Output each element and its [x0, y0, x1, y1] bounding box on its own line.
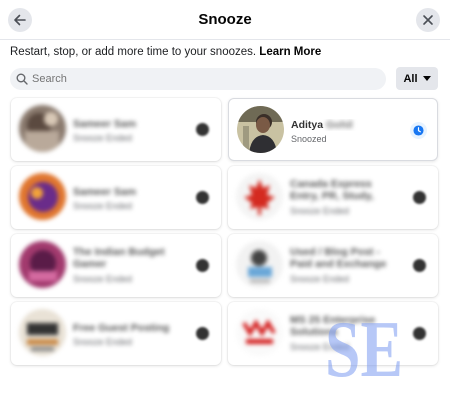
- more-options-icon[interactable]: [413, 191, 426, 204]
- card-name: Sameer Sam: [73, 186, 137, 198]
- snooze-card-aditya[interactable]: Aditya Gohil Snoozed: [228, 98, 438, 161]
- description: Restart, stop, or add more time to your …: [10, 46, 321, 58]
- close-icon: [423, 15, 433, 25]
- more-options-icon[interactable]: [413, 259, 426, 272]
- snooze-card-sameer-sam[interactable]: Sameer Sam Snooze Ended: [11, 98, 221, 161]
- card-name: Aditya Gohil: [291, 119, 401, 131]
- card-status: Snooze Ended: [290, 206, 350, 216]
- search-icon: [16, 73, 28, 85]
- card-status: Snooze Ended: [290, 274, 350, 284]
- more-options-icon[interactable]: [196, 191, 209, 204]
- avatar: [236, 173, 283, 220]
- snooze-card-sameer-sam-2[interactable]: Sameer Sam Snooze Ended: [11, 166, 221, 229]
- clock-icon: [413, 125, 424, 136]
- snooze-card-indian-budget-gamer[interactable]: The Indian Budget Gamer Snooze Ended: [11, 234, 221, 297]
- learn-more-link[interactable]: Learn More: [259, 46, 321, 58]
- avatar: [236, 241, 283, 288]
- close-button[interactable]: [416, 8, 440, 32]
- card-name: The Indian Budget Gamer: [73, 246, 165, 270]
- avatar: [19, 241, 66, 288]
- avatar: [237, 106, 284, 153]
- avatar: [19, 309, 66, 356]
- card-name: Free Guest Posting: [73, 322, 170, 334]
- card-name: Used / Blog Post - Paid and Exchange: [290, 246, 387, 270]
- snooze-card-blog-post[interactable]: Used / Blog Post - Paid and Exchange Sno…: [228, 234, 438, 297]
- card-status: Snooze Ended: [73, 337, 133, 347]
- snooze-card-canada-express[interactable]: Canada Express Entry, PR, Study, Work, .…: [228, 166, 438, 229]
- avatar: [19, 173, 66, 220]
- card-status: Snooze Ended: [73, 133, 133, 143]
- snooze-card-free-guest-posting[interactable]: Free Guest Posting Snooze Ended: [11, 302, 221, 365]
- more-options-icon[interactable]: [413, 327, 426, 340]
- snooze-clock-button[interactable]: [410, 122, 427, 139]
- avatar: [19, 105, 66, 152]
- filter-dropdown[interactable]: All: [396, 67, 438, 90]
- avatar: [236, 309, 283, 356]
- card-first-name: Aditya: [291, 119, 324, 131]
- search-input[interactable]: [32, 73, 372, 85]
- card-status: Snoozed: [291, 134, 327, 144]
- more-options-icon[interactable]: [196, 259, 209, 272]
- more-options-icon[interactable]: [196, 123, 209, 136]
- se-watermark-logo: SE: [325, 306, 403, 384]
- dialog-header: Snooze: [0, 0, 450, 40]
- description-text: Restart, stop, or add more time to your …: [10, 46, 257, 58]
- card-name: Canada Express Entry, PR, Study, Work, .…: [290, 178, 374, 204]
- card-status: Snooze Ended: [73, 274, 133, 284]
- caret-down-icon: [422, 75, 431, 81]
- search-bar[interactable]: [10, 68, 386, 90]
- svg-text:SE: SE: [325, 306, 403, 384]
- filter-label: All: [403, 72, 418, 85]
- more-options-icon[interactable]: [196, 327, 209, 340]
- dialog-title: Snooze: [198, 11, 252, 28]
- card-name: Sameer Sam: [73, 118, 137, 130]
- card-last-name: Gohil: [326, 119, 353, 131]
- card-status: Snooze Ended: [73, 201, 133, 211]
